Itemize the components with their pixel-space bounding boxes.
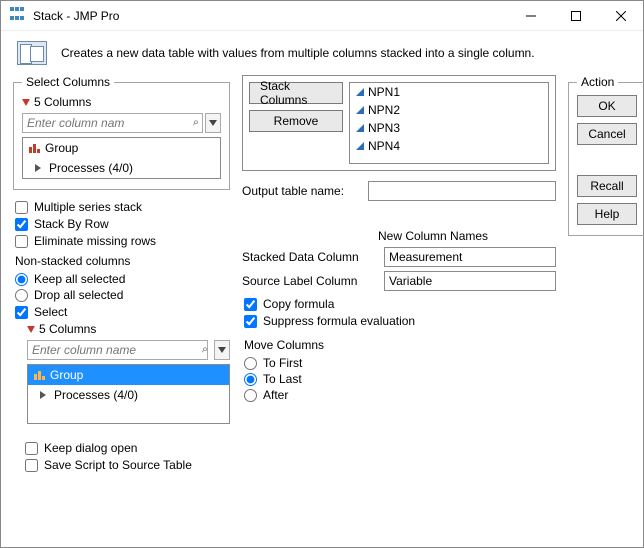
expand-icon [40,391,46,399]
column-item-group[interactable]: Group [23,138,220,158]
stack-columns-list[interactable]: NPN1 NPN2 NPN3 NPN4 [349,82,549,164]
to-last-label: To Last [263,372,302,386]
nominal-icon [34,370,46,380]
column-item-processes[interactable]: Processes (4/0) [23,158,220,178]
keep-dialog-label: Keep dialog open [44,441,137,455]
new-column-names-label: New Column Names [378,229,556,243]
stack-columns-area: Stack Columns Remove NPN1 NPN2 NPN3 NPN4 [242,75,556,171]
suppress-formula-checkbox[interactable] [244,315,257,328]
minimize-button[interactable] [508,1,553,31]
close-button[interactable] [598,1,643,31]
window-title: Stack - JMP Pro [33,9,508,23]
disclosure-icon [22,99,30,106]
action-group: Action OK Cancel Recall Help [568,75,644,236]
output-table-input[interactable] [368,181,556,201]
disclosure-icon [27,326,35,333]
move-columns-label: Move Columns [244,338,556,352]
select-columns-group: Select Columns 5 Columns ⌕ Group [13,75,230,190]
stacked-data-label: Stacked Data Column [242,250,378,264]
eliminate-missing-label: Eliminate missing rows [34,234,156,248]
ns-column-label: Group [50,368,83,382]
non-stacked-filter-menu[interactable] [214,340,230,360]
suppress-formula-label: Suppress formula evaluation [263,314,415,328]
output-table-label: Output table name: [242,184,362,198]
source-label-label: Source Label Column [242,274,378,288]
multiple-series-checkbox[interactable] [15,201,28,214]
after-radio[interactable] [244,389,257,402]
continuous-icon [356,88,364,96]
stacked-label: NPN1 [368,85,400,99]
to-first-radio[interactable] [244,357,257,370]
stacked-label: NPN4 [368,139,400,153]
save-script-label: Save Script to Source Table [44,458,192,472]
search-icon: ⌕ [202,344,208,357]
stacked-label: NPN2 [368,103,400,117]
stacked-data-input[interactable] [384,247,556,267]
nominal-icon [29,143,41,153]
non-stacked-disclosure[interactable]: 5 Columns [27,322,230,336]
stack-icon [17,41,47,65]
select-columns-list[interactable]: Group Processes (4/0) [22,137,221,179]
column-label: Group [45,141,78,155]
stacked-label: NPN3 [368,121,400,135]
ns-column-item-group[interactable]: Group [28,365,229,385]
keep-all-radio[interactable] [15,273,28,286]
stacked-item[interactable]: NPN4 [350,137,548,155]
continuous-icon [356,106,364,114]
continuous-icon [356,124,364,132]
select-label: Select [34,305,67,319]
stacked-item[interactable]: NPN1 [350,83,548,101]
non-stacked-label: Non-stacked columns [15,254,230,268]
select-columns-count: 5 Columns [34,95,91,109]
non-stacked-count: 5 Columns [39,322,96,336]
action-legend: Action [577,75,618,89]
select-columns-disclosure[interactable]: 5 Columns [22,95,221,109]
column-label: Processes (4/0) [49,161,133,175]
select-columns-legend: Select Columns [22,75,114,89]
after-label: After [263,388,288,402]
expand-icon [35,164,41,172]
save-script-checkbox[interactable] [25,459,38,472]
remove-button[interactable]: Remove [249,110,343,132]
select-columns-search[interactable] [22,113,203,133]
help-button[interactable]: Help [577,203,637,225]
cancel-button[interactable]: Cancel [577,123,637,145]
select-columns-filter-menu[interactable] [205,113,221,133]
description-text: Creates a new data table with values fro… [61,45,535,61]
titlebar: Stack - JMP Pro [1,1,643,31]
source-label-input[interactable] [384,271,556,291]
non-stacked-list[interactable]: Group Processes (4/0) [27,364,230,424]
app-icon [9,7,27,25]
stacked-item[interactable]: NPN3 [350,119,548,137]
multiple-series-label: Multiple series stack [34,200,142,214]
select-checkbox[interactable] [15,306,28,319]
keep-all-label: Keep all selected [34,272,125,286]
continuous-icon [356,142,364,150]
eliminate-missing-checkbox[interactable] [15,235,28,248]
ns-column-item-processes[interactable]: Processes (4/0) [28,385,229,405]
dialog-description: Creates a new data table with values fro… [1,31,643,75]
to-last-radio[interactable] [244,373,257,386]
recall-button[interactable]: Recall [577,175,637,197]
copy-formula-checkbox[interactable] [244,298,257,311]
to-first-label: To First [263,356,302,370]
keep-dialog-checkbox[interactable] [25,442,38,455]
search-icon: ⌕ [193,117,199,130]
stack-by-row-label: Stack By Row [34,217,109,231]
ok-button[interactable]: OK [577,95,637,117]
stacked-item[interactable]: NPN2 [350,101,548,119]
stack-by-row-checkbox[interactable] [15,218,28,231]
non-stacked-search[interactable] [27,340,208,360]
stack-columns-button[interactable]: Stack Columns [249,82,343,104]
drop-all-radio[interactable] [15,289,28,302]
maximize-button[interactable] [553,1,598,31]
copy-formula-label: Copy formula [263,297,334,311]
drop-all-label: Drop all selected [34,288,123,302]
ns-column-label: Processes (4/0) [54,388,138,402]
